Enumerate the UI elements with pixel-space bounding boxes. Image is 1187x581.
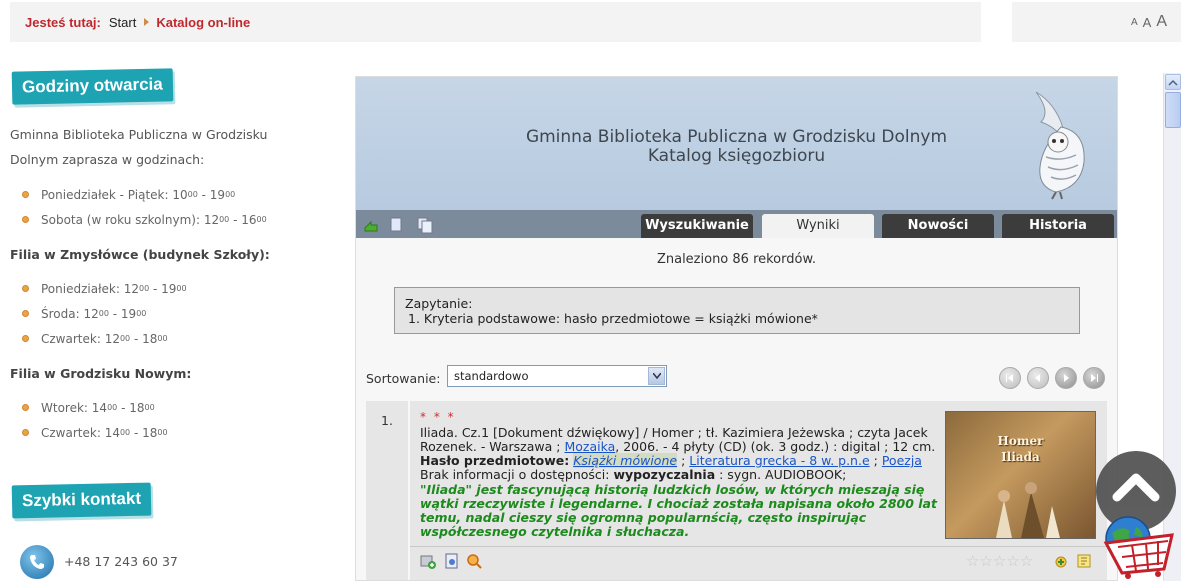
details-icon[interactable] [444,553,460,569]
subject-link-poetry[interactable]: Poezja [882,453,922,468]
tab-search[interactable]: Wyszukiwanie [641,214,753,238]
font-size-small-button[interactable]: A [1131,17,1138,28]
bullet-icon [22,429,29,436]
record-relevance: * * * [420,410,456,424]
zoom-icon[interactable] [466,553,482,569]
record-number: 1. [366,401,408,580]
branch2-hours-list: Wtorek: 14 00 - 18 00 Czwartek: 14 00 - 18 0… [10,395,330,445]
document-icon[interactable] [1076,553,1092,569]
subject-link-books-audio[interactable]: Książki mówione [573,453,678,468]
catalog-banner: Gminna Biblioteka Publiczna w Grodzisku … [356,77,1117,210]
next-page-icon [1064,374,1069,382]
catalog-title: Gminna Biblioteka Publiczna w Grodzisku … [525,127,948,147]
phone-icon [20,545,54,579]
first-page-button[interactable] [999,367,1021,389]
sort-dropdown-button[interactable] [648,367,665,385]
cover-author: Homer [997,434,1044,448]
bullet-icon [22,310,29,317]
prev-page-icon [1035,374,1040,382]
add-icon[interactable] [1053,553,1069,569]
first-page-icon [1006,374,1013,382]
font-size-large-button[interactable]: A [1156,13,1167,31]
tab-news[interactable]: Nowości [882,214,994,238]
record-description: * * * Iliada. Cz.1 [Dokument dźwiękowy] … [420,410,945,539]
hours-intro-line1: Gminna Biblioteka Publiczna w Grodzisku [10,127,268,142]
add-to-list-icon[interactable] [420,553,436,569]
chevron-up-icon [1112,473,1160,502]
contact-heading: Szybki kontakt [11,482,152,519]
results-panel: Znaleziono 86 rekordów. Zapytanie: 1. Kr… [356,238,1117,580]
cover-title: Iliada [1001,450,1040,464]
list-item: Sobota (w roku szkolnym): 12 00 - 16 00 [10,207,330,232]
bullet-icon [22,335,29,342]
list-item: Wtorek: 14 00 - 18 00 [10,395,330,420]
breadcrumb-current: Katalog on-line [156,14,251,30]
sort-selected-value: standardowo [454,369,529,383]
bullet-icon [22,216,29,223]
chevron-down-icon [653,373,661,379]
bullet-icon [22,191,29,198]
back-arrow-icon[interactable] [362,216,380,234]
query-box: Zapytanie: 1. Kryteria podstawowe: hasło… [394,287,1080,334]
subject-label: Hasło przedmiotowe: [420,453,570,468]
copy-all-icon[interactable] [416,216,434,234]
results-count: Znaleziono 86 rekordów. [656,252,817,267]
hours-heading: Godziny otwarcia [11,68,174,105]
chevron-up-icon [1168,79,1178,86]
last-page-button[interactable] [1083,367,1105,389]
record-annotation: "Iliada" jest fascynującą historią ludzk… [420,482,937,539]
query-label: Zapytanie: [405,296,473,311]
catalog-tab-bar: Wyszukiwanie Wyniki Nowości Historia [356,210,1117,238]
sort-select[interactable]: standardowo [447,365,667,387]
catalog-frame: Gminna Biblioteka Publiczna w Grodzisku … [355,76,1118,581]
phone-number[interactable]: +48 17 243 60 37 [64,554,178,569]
bullet-icon [22,285,29,292]
breadcrumb-label: Jesteś tutaj: [25,14,101,30]
tab-history[interactable]: Historia [1002,214,1114,238]
main-hours-list: Poniedziałek - Piątek: 10 00 - 19 00 Sobot… [10,182,330,232]
branch1-hours-list: Poniedziałek: 12 00 - 19 00 Środa: 12 00 - … [10,276,330,351]
table-row: * * * Iliada. Cz.1 [Dokument dźwiękowy] … [410,401,1107,580]
subject-link-greek-literature[interactable]: Literatura grecka - 8 w. p.n.e [689,453,869,468]
scroll-up-button[interactable] [1165,74,1181,90]
basket-globe-icon[interactable] [1098,513,1180,579]
last-page-icon [1091,374,1098,382]
list-item: Czwartek: 14 00 - 18 00 [10,420,330,445]
scroll-thumb[interactable] [1165,92,1181,128]
owl-logo-icon [1035,91,1085,200]
list-item: Poniedziałek: 12 00 - 19 00 [10,276,330,301]
bullet-icon [22,404,29,411]
copy-icon[interactable] [388,216,406,234]
rating-stars[interactable]: ☆☆☆☆☆ [966,552,1033,570]
record-footer: ☆☆☆☆☆ [410,546,1107,580]
breadcrumb: Jesteś tutaj: Start Katalog on-line [10,2,981,42]
font-size-medium-button[interactable]: A [1143,15,1152,30]
next-page-button[interactable] [1055,367,1077,389]
breadcrumb-arrow-icon [144,18,150,26]
list-item: Czwartek: 12 00 - 18 00 [10,326,330,351]
list-item: Środa: 12 00 - 19 00 [10,301,330,326]
hours-intro: Gminna Biblioteka Publiczna w Grodzisku … [10,122,330,172]
prev-page-button[interactable] [1027,367,1049,389]
font-size-switcher: A A A [1012,2,1181,42]
hours-intro-line2: Dolnym zaprasza w godzinach: [10,152,205,167]
breadcrumb-start-link[interactable]: Start [109,15,136,30]
cover-illustration-icon [996,482,1060,538]
branch2-heading: Filia w Grodzisku Nowym: [10,366,192,381]
query-text: 1. Kryteria podstawowe: hasło przedmioto… [408,311,818,326]
tab-results[interactable]: Wyniki [762,214,874,238]
sort-label: Sortowanie: [366,371,441,386]
branch1-heading: Filia w Zmysłówce (budynek Szkoły): [10,247,270,262]
publisher-link[interactable]: Mozaika [564,439,615,454]
list-item: Poniedziałek - Piątek: 10 00 - 19 00 [10,182,330,207]
catalog-subtitle: Katalog księgozbioru [647,146,826,166]
book-cover-image[interactable]: Homer Iliada [945,411,1096,539]
